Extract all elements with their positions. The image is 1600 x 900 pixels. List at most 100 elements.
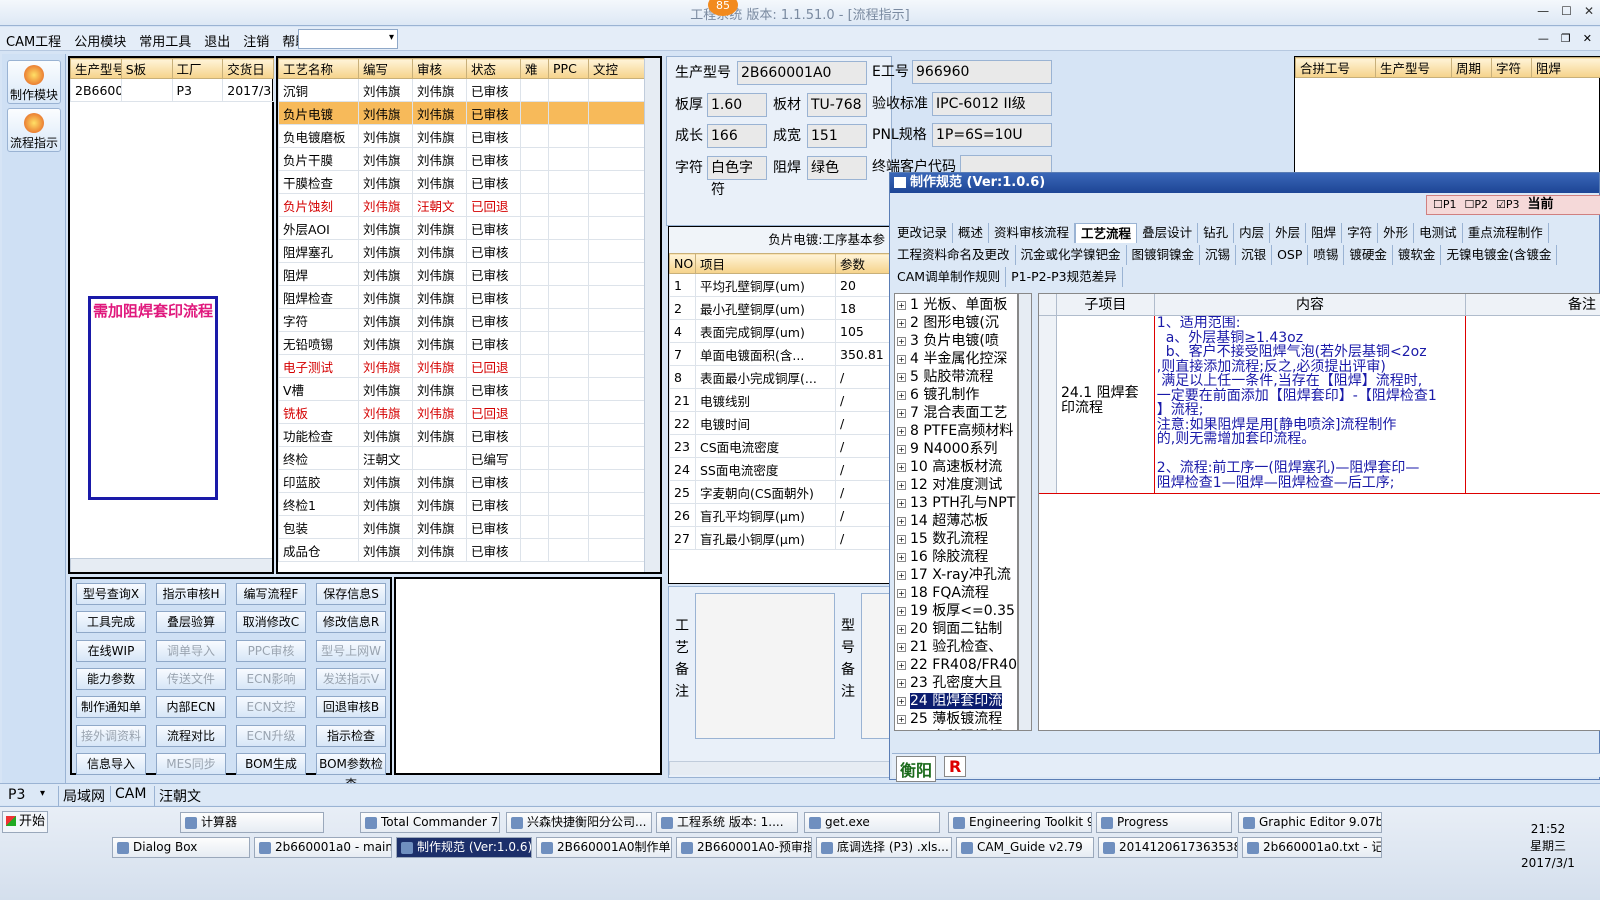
table-row[interactable]: 功能检查 刘伟旗 刘伟旗 已审核: [278, 423, 645, 447]
plant-checkbox[interactable]: ☐P1: [1433, 198, 1457, 211]
expand-icon[interactable]: +: [897, 715, 906, 724]
table-row[interactable]: 1 平均孔壁铜厚(um) 20: [669, 273, 890, 297]
nav-flow-guide[interactable]: 流程指示: [7, 108, 61, 152]
expand-icon[interactable]: +: [897, 373, 906, 382]
action-button[interactable]: 修改信息R: [316, 611, 386, 634]
params-col-header[interactable]: NO: [669, 253, 696, 274]
action-button[interactable]: 信息导入: [76, 752, 146, 775]
action-button[interactable]: 流程对比: [156, 724, 226, 747]
taskbar-item[interactable]: 2B660001A0制作单....: [536, 837, 672, 858]
expand-icon[interactable]: +: [897, 337, 906, 346]
expand-icon[interactable]: +: [897, 697, 906, 706]
tab[interactable]: 工程资料命名及更改: [892, 245, 1016, 265]
process-col-header[interactable]: 文控: [588, 58, 645, 79]
tab[interactable]: 无镍电镀金(含镀金: [1441, 245, 1558, 265]
taskbar-item[interactable]: 20141206173635384...: [1098, 837, 1238, 858]
table-row[interactable]: 负电镀磨板 刘伟旗 刘伟旗 已审核: [278, 124, 645, 148]
mask-field[interactable]: 绿色: [807, 156, 867, 180]
e-field[interactable]: 966960: [912, 60, 1052, 84]
merge-col-header[interactable]: 生产型号: [1375, 57, 1452, 78]
taskbar-item[interactable]: Engineering Toolkit 9....: [948, 812, 1092, 833]
action-button[interactable]: 取消修改C: [236, 611, 306, 634]
tree-node[interactable]: +22 FR408/FR40: [895, 656, 1017, 674]
expand-icon[interactable]: +: [897, 427, 906, 436]
footer-r-badge[interactable]: R: [944, 756, 967, 777]
tree-node[interactable]: +5 贴胶带流程: [895, 368, 1017, 386]
process-col-header[interactable]: 难: [520, 58, 549, 79]
merge-col-header[interactable]: 合拼工号: [1295, 57, 1376, 78]
thickness-field[interactable]: 1.60: [707, 93, 767, 117]
length-field[interactable]: 166: [707, 124, 767, 148]
remarks-hscroll[interactable]: [669, 761, 889, 775]
expand-icon[interactable]: +: [897, 643, 906, 652]
action-button[interactable]: ECN文控: [236, 696, 306, 719]
table-row[interactable]: 电子测试 刘伟旗 刘伟旗 已回退: [278, 354, 645, 378]
action-button[interactable]: ECN升级: [236, 724, 306, 747]
tree-node[interactable]: +16 除胶流程: [895, 548, 1017, 566]
table-row[interactable]: 成品仓 刘伟旗 刘伟旗 已审核: [278, 538, 645, 562]
tree-node[interactable]: +12 对准度测试: [895, 476, 1017, 494]
action-button[interactable]: 传送文件: [156, 667, 226, 690]
table-row[interactable]: 负片干膜 刘伟旗 刘伟旗 已审核: [278, 147, 645, 171]
tree-node[interactable]: +15 数孔流程: [895, 530, 1017, 548]
taskbar-item[interactable]: 工程系统 版本: 1....: [656, 812, 798, 833]
table-row[interactable]: 22 电镀时间 /: [669, 411, 890, 435]
tree-node[interactable]: +2 图形电镀(沉: [895, 314, 1017, 332]
plant-checkbox[interactable]: ☐P2: [1465, 198, 1489, 211]
width-field[interactable]: 151: [807, 124, 867, 148]
tree-node[interactable]: +23 孔密度大且: [895, 674, 1017, 692]
table-row[interactable]: 25 字麦朝向(CS面朝外) /: [669, 480, 890, 504]
tab[interactable]: 沉银: [1236, 245, 1273, 265]
minimize-icon[interactable]: —: [1537, 4, 1549, 18]
expand-icon[interactable]: +: [897, 445, 906, 454]
tree-node[interactable]: +26 多种阻焊颜: [895, 728, 1017, 730]
tab[interactable]: 钻孔: [1198, 223, 1235, 243]
action-button[interactable]: 在线WIP: [76, 639, 146, 662]
tree-node[interactable]: +10 高速板材流: [895, 458, 1017, 476]
expand-icon[interactable]: +: [897, 679, 906, 688]
tab[interactable]: 沉金或化学镍钯金: [1016, 245, 1127, 265]
action-button[interactable]: ECN影响: [236, 667, 306, 690]
taskbar-item[interactable]: Progress: [1096, 812, 1232, 833]
tree-node[interactable]: +14 超薄芯板: [895, 512, 1017, 530]
menu-combo[interactable]: [298, 29, 398, 49]
tree-node[interactable]: +24 阻焊套印流: [895, 692, 1017, 710]
expand-icon[interactable]: +: [897, 391, 906, 400]
material-field[interactable]: TU-768: [807, 93, 867, 117]
action-button[interactable]: 指示检查: [316, 724, 386, 747]
tab[interactable]: 更改记录: [892, 223, 954, 243]
action-button[interactable]: 叠层验算: [156, 611, 226, 634]
table-row[interactable]: 外层AOI 刘伟旗 刘伟旗 已审核: [278, 216, 645, 240]
expand-icon[interactable]: +: [897, 607, 906, 616]
merge-col-header[interactable]: 周期: [1451, 57, 1492, 78]
action-button[interactable]: BOM生成: [236, 752, 306, 775]
table-row[interactable]: 8 表面最小完成铜厚(... /: [669, 365, 890, 389]
process-col-header[interactable]: 编写: [358, 58, 413, 79]
table-row[interactable]: 字符 刘伟旗 刘伟旗 已审核: [278, 308, 645, 332]
tab[interactable]: 内层: [1234, 223, 1271, 243]
taskbar-item[interactable]: 2b660001a0.txt - 记...: [1242, 837, 1382, 858]
menu-item[interactable]: CAM工程: [6, 31, 61, 50]
table-row[interactable]: 26 盲孔平均铜厚(μm) /: [669, 503, 890, 527]
tab[interactable]: OSP: [1272, 245, 1309, 265]
tab[interactable]: 镀硬金: [1344, 245, 1393, 265]
table-row[interactable]: 2 最小孔壁铜厚(um) 18: [669, 296, 890, 320]
taskbar-item[interactable]: get.exe: [804, 812, 940, 833]
tree-node[interactable]: +19 板厚<=0.35: [895, 602, 1017, 620]
expand-icon[interactable]: +: [897, 409, 906, 418]
table-row[interactable]: 阻焊检查 刘伟旗 刘伟旗 已审核: [278, 285, 645, 309]
merge-col-header[interactable]: 字符: [1491, 57, 1532, 78]
taskbar-item[interactable]: CAM_Guide v2.79: [956, 837, 1094, 858]
expand-icon[interactable]: +: [897, 463, 906, 472]
table-row[interactable]: 阻焊塞孔 刘伟旗 刘伟旗 已审核: [278, 239, 645, 263]
menu-item[interactable]: 常用工具: [139, 31, 191, 50]
table-row[interactable]: 终检1 刘伟旗 刘伟旗 已审核: [278, 492, 645, 516]
action-button[interactable]: 编写流程F: [236, 583, 306, 605]
table-row[interactable]: 干膜检查 刘伟旗 刘伟旗 已审核: [278, 170, 645, 194]
plant-checkbox[interactable]: ☑P3: [1496, 198, 1520, 211]
action-button[interactable]: 保存信息S: [316, 583, 386, 605]
action-button[interactable]: 内部ECN: [156, 696, 226, 719]
close-icon[interactable]: ✕: [1584, 4, 1594, 18]
process-col-header[interactable]: 状态: [466, 58, 521, 79]
action-button[interactable]: 型号上网W: [316, 639, 386, 662]
